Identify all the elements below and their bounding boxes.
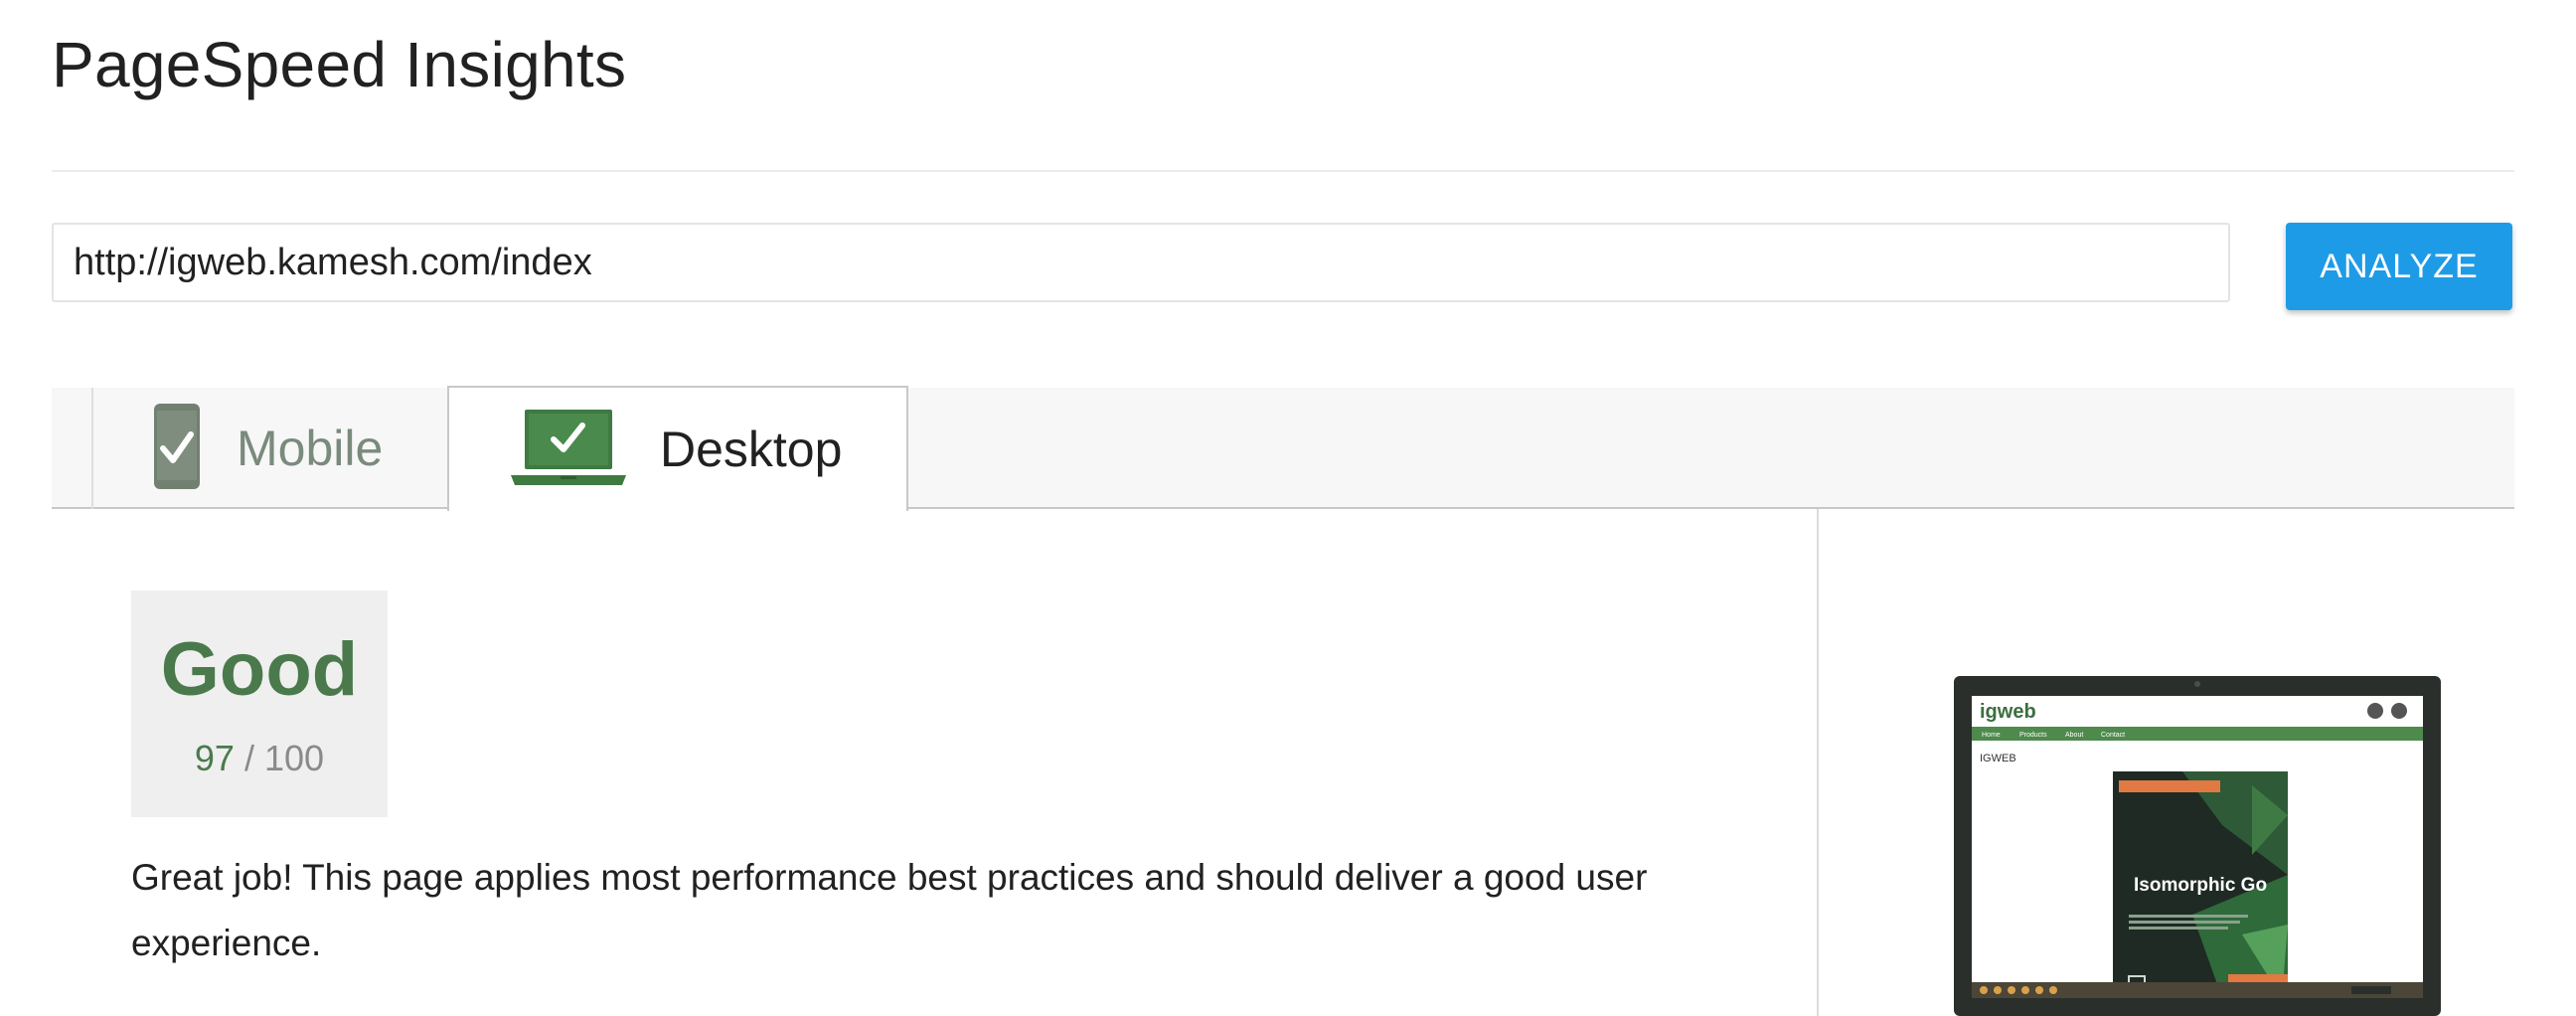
preview-nav-item: About	[2065, 732, 2083, 739]
page-title: PageSpeed Insights	[52, 29, 627, 100]
url-input[interactable]	[52, 223, 2230, 302]
desktop-check-icon	[511, 408, 626, 492]
score-line: 97 / 100	[131, 738, 388, 779]
preview-book-title: Isomorphic Go	[2134, 875, 2267, 896]
device-tabs: Mobile Desktop	[52, 386, 2514, 511]
score-separator: /	[243, 738, 254, 778]
preview-book-cover: Isomorphic Go Packt>	[2113, 771, 2288, 998]
preview-nav-item: Products	[2019, 732, 2047, 739]
score-badge: Good 97 / 100	[131, 591, 388, 817]
tab-desktop-label: Desktop	[660, 422, 843, 477]
tab-mobile[interactable]: Mobile	[91, 388, 497, 509]
pagespeed-page: PageSpeed Insights ANALYZE Mobile	[0, 0, 2576, 1016]
tab-desktop[interactable]: Desktop	[447, 386, 908, 511]
tab-mobile-label: Mobile	[237, 421, 384, 476]
score-value: 97	[194, 738, 235, 778]
score-max: 100	[264, 738, 325, 778]
preview-nav-item: Contact	[2101, 732, 2125, 739]
desktop-preview: igweb Home Products About Contact IGWEB …	[1954, 676, 2441, 1016]
score-rating: Good	[160, 627, 359, 712]
title-divider	[52, 170, 2514, 172]
preview-logo: igweb	[1980, 701, 2036, 723]
preview-section-title: IGWEB	[1980, 753, 2016, 764]
mobile-check-icon	[153, 403, 201, 495]
analyze-button[interactable]: ANALYZE	[2286, 223, 2512, 310]
preview-nav-item: Home	[1982, 732, 2001, 739]
result-summary: Great job! This page applies most perfor…	[131, 857, 1648, 963]
